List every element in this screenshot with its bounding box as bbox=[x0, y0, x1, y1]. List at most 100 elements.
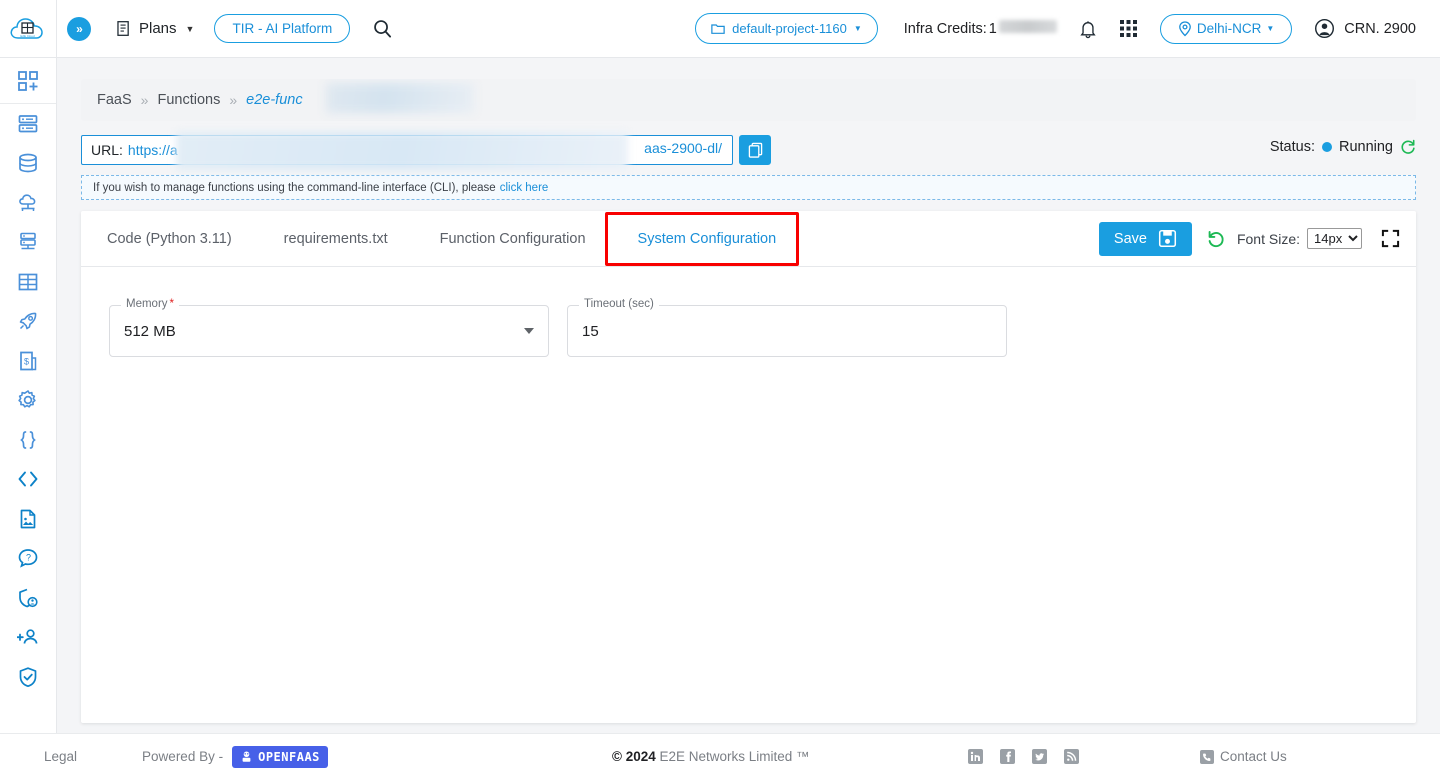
facebook-icon[interactable] bbox=[1000, 749, 1015, 764]
copy-icon bbox=[748, 142, 762, 158]
sidebar-collapse-toggle[interactable]: » bbox=[67, 16, 91, 41]
project-selector[interactable]: default-project-1160 ▼ bbox=[695, 13, 878, 44]
shield-check-icon bbox=[19, 667, 37, 687]
fullscreen-button[interactable] bbox=[1381, 229, 1400, 248]
sidebar-item-support[interactable]: ? bbox=[0, 539, 56, 579]
apps-grid-button[interactable] bbox=[1119, 19, 1138, 38]
system-configuration-panel: Memory * 512 MB Timeout (sec) 15 bbox=[81, 267, 1416, 723]
search-button[interactable] bbox=[372, 18, 393, 39]
infra-credits-redacted bbox=[998, 20, 1057, 33]
twitter-icon[interactable] bbox=[1032, 749, 1047, 764]
footer-contact-us[interactable]: Contact Us bbox=[1200, 749, 1287, 764]
location-pin-icon bbox=[1178, 20, 1191, 36]
sidebar-item-images[interactable] bbox=[0, 499, 56, 539]
editor-card: Code (Python 3.11) requirements.txt Func… bbox=[81, 211, 1416, 723]
breadcrumb-separator-icon: » bbox=[140, 92, 149, 108]
url-redacted-region bbox=[176, 132, 628, 170]
tir-ai-platform-button[interactable]: TIR - AI Platform bbox=[214, 14, 351, 43]
copy-url-button[interactable] bbox=[739, 135, 771, 165]
brand-logo[interactable]: E2E Cloud bbox=[0, 0, 57, 58]
search-icon bbox=[374, 20, 392, 38]
chevron-down-icon bbox=[524, 328, 534, 334]
braces-icon bbox=[20, 430, 36, 449]
timeout-label: Timeout (sec) bbox=[579, 298, 659, 310]
top-header: E2E Cloud » Plans ▼ TIR - AI Platform de… bbox=[0, 0, 1440, 58]
function-url-box[interactable]: URL: https://a aas-2900-dl/ bbox=[81, 132, 733, 170]
notifications-button[interactable] bbox=[1079, 19, 1097, 39]
rss-icon[interactable] bbox=[1064, 749, 1079, 764]
e2e-cloud-logo-icon: E2E Cloud bbox=[10, 17, 43, 39]
sidebar-item-cloud-network[interactable] bbox=[0, 183, 56, 223]
footer-legal-link[interactable]: Legal bbox=[44, 749, 77, 764]
save-button-label: Save bbox=[1113, 230, 1147, 247]
tab-system-configuration[interactable]: System Configuration bbox=[612, 211, 803, 266]
sidebar-item-launch[interactable] bbox=[0, 302, 56, 342]
sidebar-item-code[interactable] bbox=[0, 460, 56, 500]
footer-copyright-owner: E2E Networks Limited ™ bbox=[659, 749, 810, 764]
sidebar-item-add-user[interactable] bbox=[0, 618, 56, 658]
sidebar-item-security-user[interactable] bbox=[0, 578, 56, 618]
gear-icon bbox=[18, 390, 36, 408]
bell-icon bbox=[1080, 20, 1096, 38]
breadcrumb-redacted-region bbox=[326, 83, 474, 113]
plans-icon bbox=[117, 21, 129, 36]
required-marker: * bbox=[169, 298, 175, 310]
sidebar-item-settings[interactable] bbox=[0, 381, 56, 421]
grid-plus-icon bbox=[18, 70, 38, 91]
apps-grid-icon bbox=[1119, 20, 1137, 37]
breadcrumb-current[interactable]: e2e-func bbox=[246, 92, 302, 108]
openfaas-badge[interactable]: OPENFAAS bbox=[232, 745, 328, 768]
account-menu[interactable]: CRN. 2900 bbox=[1314, 18, 1416, 39]
sidebar-item-storage[interactable] bbox=[0, 262, 56, 302]
url-value-prefix: https://a bbox=[127, 142, 178, 158]
config-fields: Memory * 512 MB Timeout (sec) 15 bbox=[109, 298, 1388, 357]
region-label: Delhi-NCR bbox=[1196, 21, 1262, 36]
footer-social-links bbox=[968, 749, 1079, 764]
fullscreen-icon bbox=[1381, 229, 1400, 248]
account-label: CRN. 2900 bbox=[1344, 20, 1416, 37]
function-status: Status: Running bbox=[1270, 139, 1416, 155]
sidebar-item-api[interactable] bbox=[0, 420, 56, 460]
cloud-network-icon bbox=[19, 194, 36, 211]
tab-code[interactable]: Code (Python 3.11) bbox=[81, 211, 258, 266]
infra-credits-label: Infra Credits: bbox=[903, 21, 987, 37]
tab-requirements[interactable]: requirements.txt bbox=[258, 211, 414, 266]
left-sidebar: $ ? bbox=[0, 58, 57, 733]
breadcrumb-root[interactable]: FaaS bbox=[97, 92, 132, 108]
region-selector[interactable]: Delhi-NCR ▼ bbox=[1159, 13, 1293, 44]
font-size-select[interactable]: 14px bbox=[1307, 228, 1362, 249]
openfaas-logo-icon bbox=[242, 751, 251, 762]
refresh-status-button[interactable] bbox=[1400, 139, 1416, 155]
url-row: URL: https://a aas-2900-dl/ Status: Runn… bbox=[81, 132, 1416, 170]
footer-copyright-year: © 2024 bbox=[612, 749, 656, 764]
linkedin-icon[interactable] bbox=[968, 749, 983, 764]
memory-select[interactable]: Memory * 512 MB bbox=[109, 298, 549, 357]
sidebar-item-database[interactable] bbox=[0, 144, 56, 184]
user-plus-icon bbox=[17, 629, 38, 644]
openfaas-badge-label: OPENFAAS bbox=[258, 749, 320, 764]
save-button[interactable]: Save bbox=[1098, 221, 1192, 256]
plans-menu[interactable]: Plans ▼ bbox=[115, 20, 194, 37]
timeout-input[interactable]: Timeout (sec) 15 bbox=[567, 298, 1007, 357]
breadcrumb: FaaS » Functions » e2e-func bbox=[81, 79, 1416, 121]
sidebar-item-add-dashboard[interactable] bbox=[0, 58, 56, 104]
chat-question-icon: ? bbox=[18, 549, 38, 568]
sidebar-item-shield-check[interactable] bbox=[0, 657, 56, 697]
sidebar-item-billing[interactable]: $ bbox=[0, 341, 56, 381]
app-root: E2E Cloud » Plans ▼ TIR - AI Platform de… bbox=[0, 0, 1440, 779]
chevron-down-icon: ▼ bbox=[853, 24, 862, 33]
file-image-icon bbox=[20, 509, 36, 529]
infra-credits-value: 1 bbox=[988, 21, 997, 37]
project-label: default-project-1160 bbox=[732, 21, 847, 36]
cli-notice-link[interactable]: click here bbox=[500, 182, 549, 194]
cli-notice: If you wish to manage functions using th… bbox=[81, 175, 1416, 200]
sidebar-item-compute[interactable] bbox=[0, 104, 56, 144]
tabs-bar: Code (Python 3.11) requirements.txt Func… bbox=[81, 211, 1416, 267]
reset-button[interactable] bbox=[1206, 229, 1226, 249]
sidebar-item-node-balancer[interactable] bbox=[0, 223, 56, 263]
tab-function-configuration[interactable]: Function Configuration bbox=[414, 211, 612, 266]
url-value-suffix: aas-2900-dl/ bbox=[644, 140, 722, 156]
footer-copyright: © 2024 E2E Networks Limited ™ bbox=[612, 749, 810, 764]
breadcrumb-section[interactable]: Functions bbox=[157, 92, 220, 108]
database-icon bbox=[19, 153, 37, 173]
